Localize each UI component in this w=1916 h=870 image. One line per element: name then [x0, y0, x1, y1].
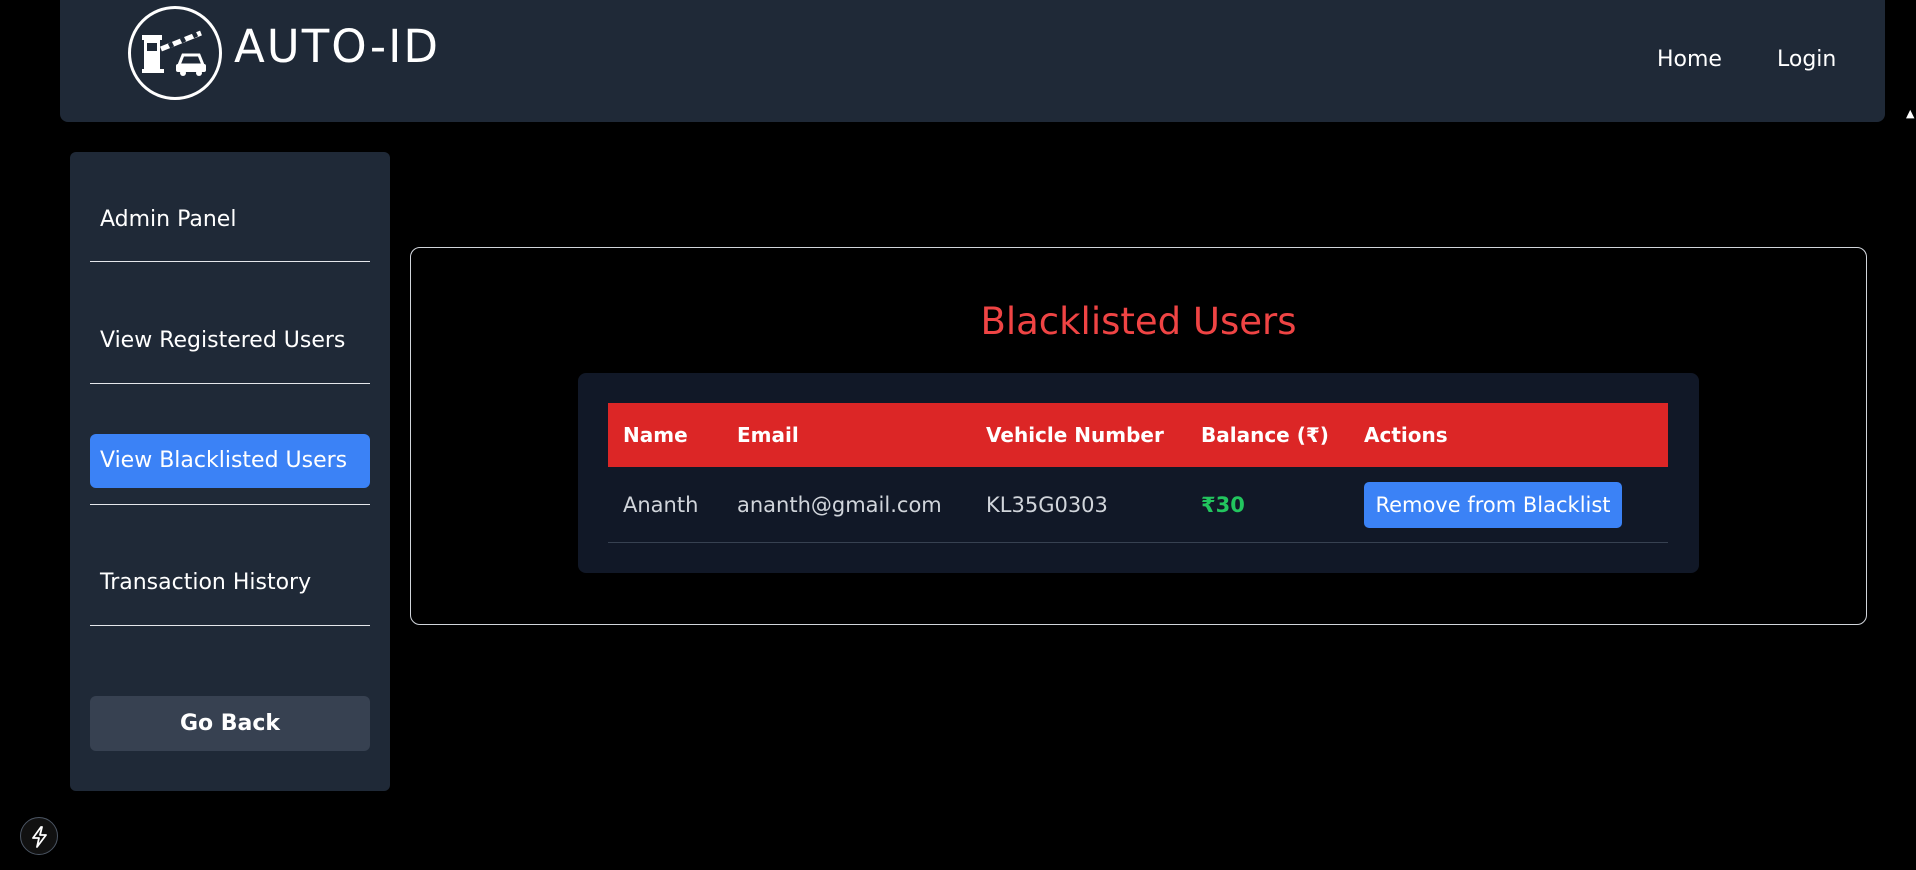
page-title: Blacklisted Users	[980, 300, 1297, 343]
sidebar-item-admin-panel[interactable]: Admin Panel	[90, 193, 370, 247]
blacklist-panel: Blacklisted Users Name Email Vehicle Num…	[410, 247, 1867, 625]
sidebar-divider	[90, 383, 370, 384]
column-header-name: Name	[623, 423, 688, 447]
cell-balance: ₹30	[1201, 493, 1245, 517]
top-navbar: AUTO-ID Home Login	[60, 0, 1885, 122]
nav-login-link[interactable]: Login	[1777, 47, 1836, 72]
sidebar-item-transaction-history[interactable]: Transaction History	[90, 556, 370, 610]
toll-gate-car-icon[interactable]	[128, 6, 222, 100]
cell-email: ananth@gmail.com	[737, 493, 942, 517]
go-back-button[interactable]: Go Back	[90, 696, 370, 751]
table-header-row: Name Email Vehicle Number Balance (₹) Ac…	[608, 403, 1668, 467]
sidebar-divider	[90, 504, 370, 505]
brand-name: AUTO-ID	[234, 20, 441, 73]
sidebar-divider	[90, 625, 370, 626]
sidebar-divider	[90, 261, 370, 262]
blacklist-table: Name Email Vehicle Number Balance (₹) Ac…	[578, 373, 1699, 573]
remove-from-blacklist-button[interactable]: Remove from Blacklist	[1364, 482, 1622, 528]
cell-name: Ananth	[623, 493, 699, 517]
column-header-balance: Balance (₹)	[1201, 423, 1329, 447]
sidebar-item-blacklisted-users[interactable]: View Blacklisted Users	[90, 434, 370, 488]
admin-sidebar: Admin Panel View Registered Users View B…	[70, 152, 390, 791]
scroll-up-icon[interactable]: ▲	[1906, 108, 1916, 120]
sidebar-item-registered-users[interactable]: View Registered Users	[90, 314, 370, 368]
column-header-actions: Actions	[1364, 423, 1448, 447]
lightning-bolt-icon[interactable]	[20, 817, 58, 855]
column-header-vehicle-number: Vehicle Number	[986, 423, 1164, 447]
cell-vehicle-number: KL35G0303	[986, 493, 1108, 517]
nav-home-link[interactable]: Home	[1657, 47, 1722, 72]
table-row: Ananth ananth@gmail.com KL35G0303 ₹30 Re…	[608, 467, 1668, 543]
column-header-email: Email	[737, 423, 799, 447]
